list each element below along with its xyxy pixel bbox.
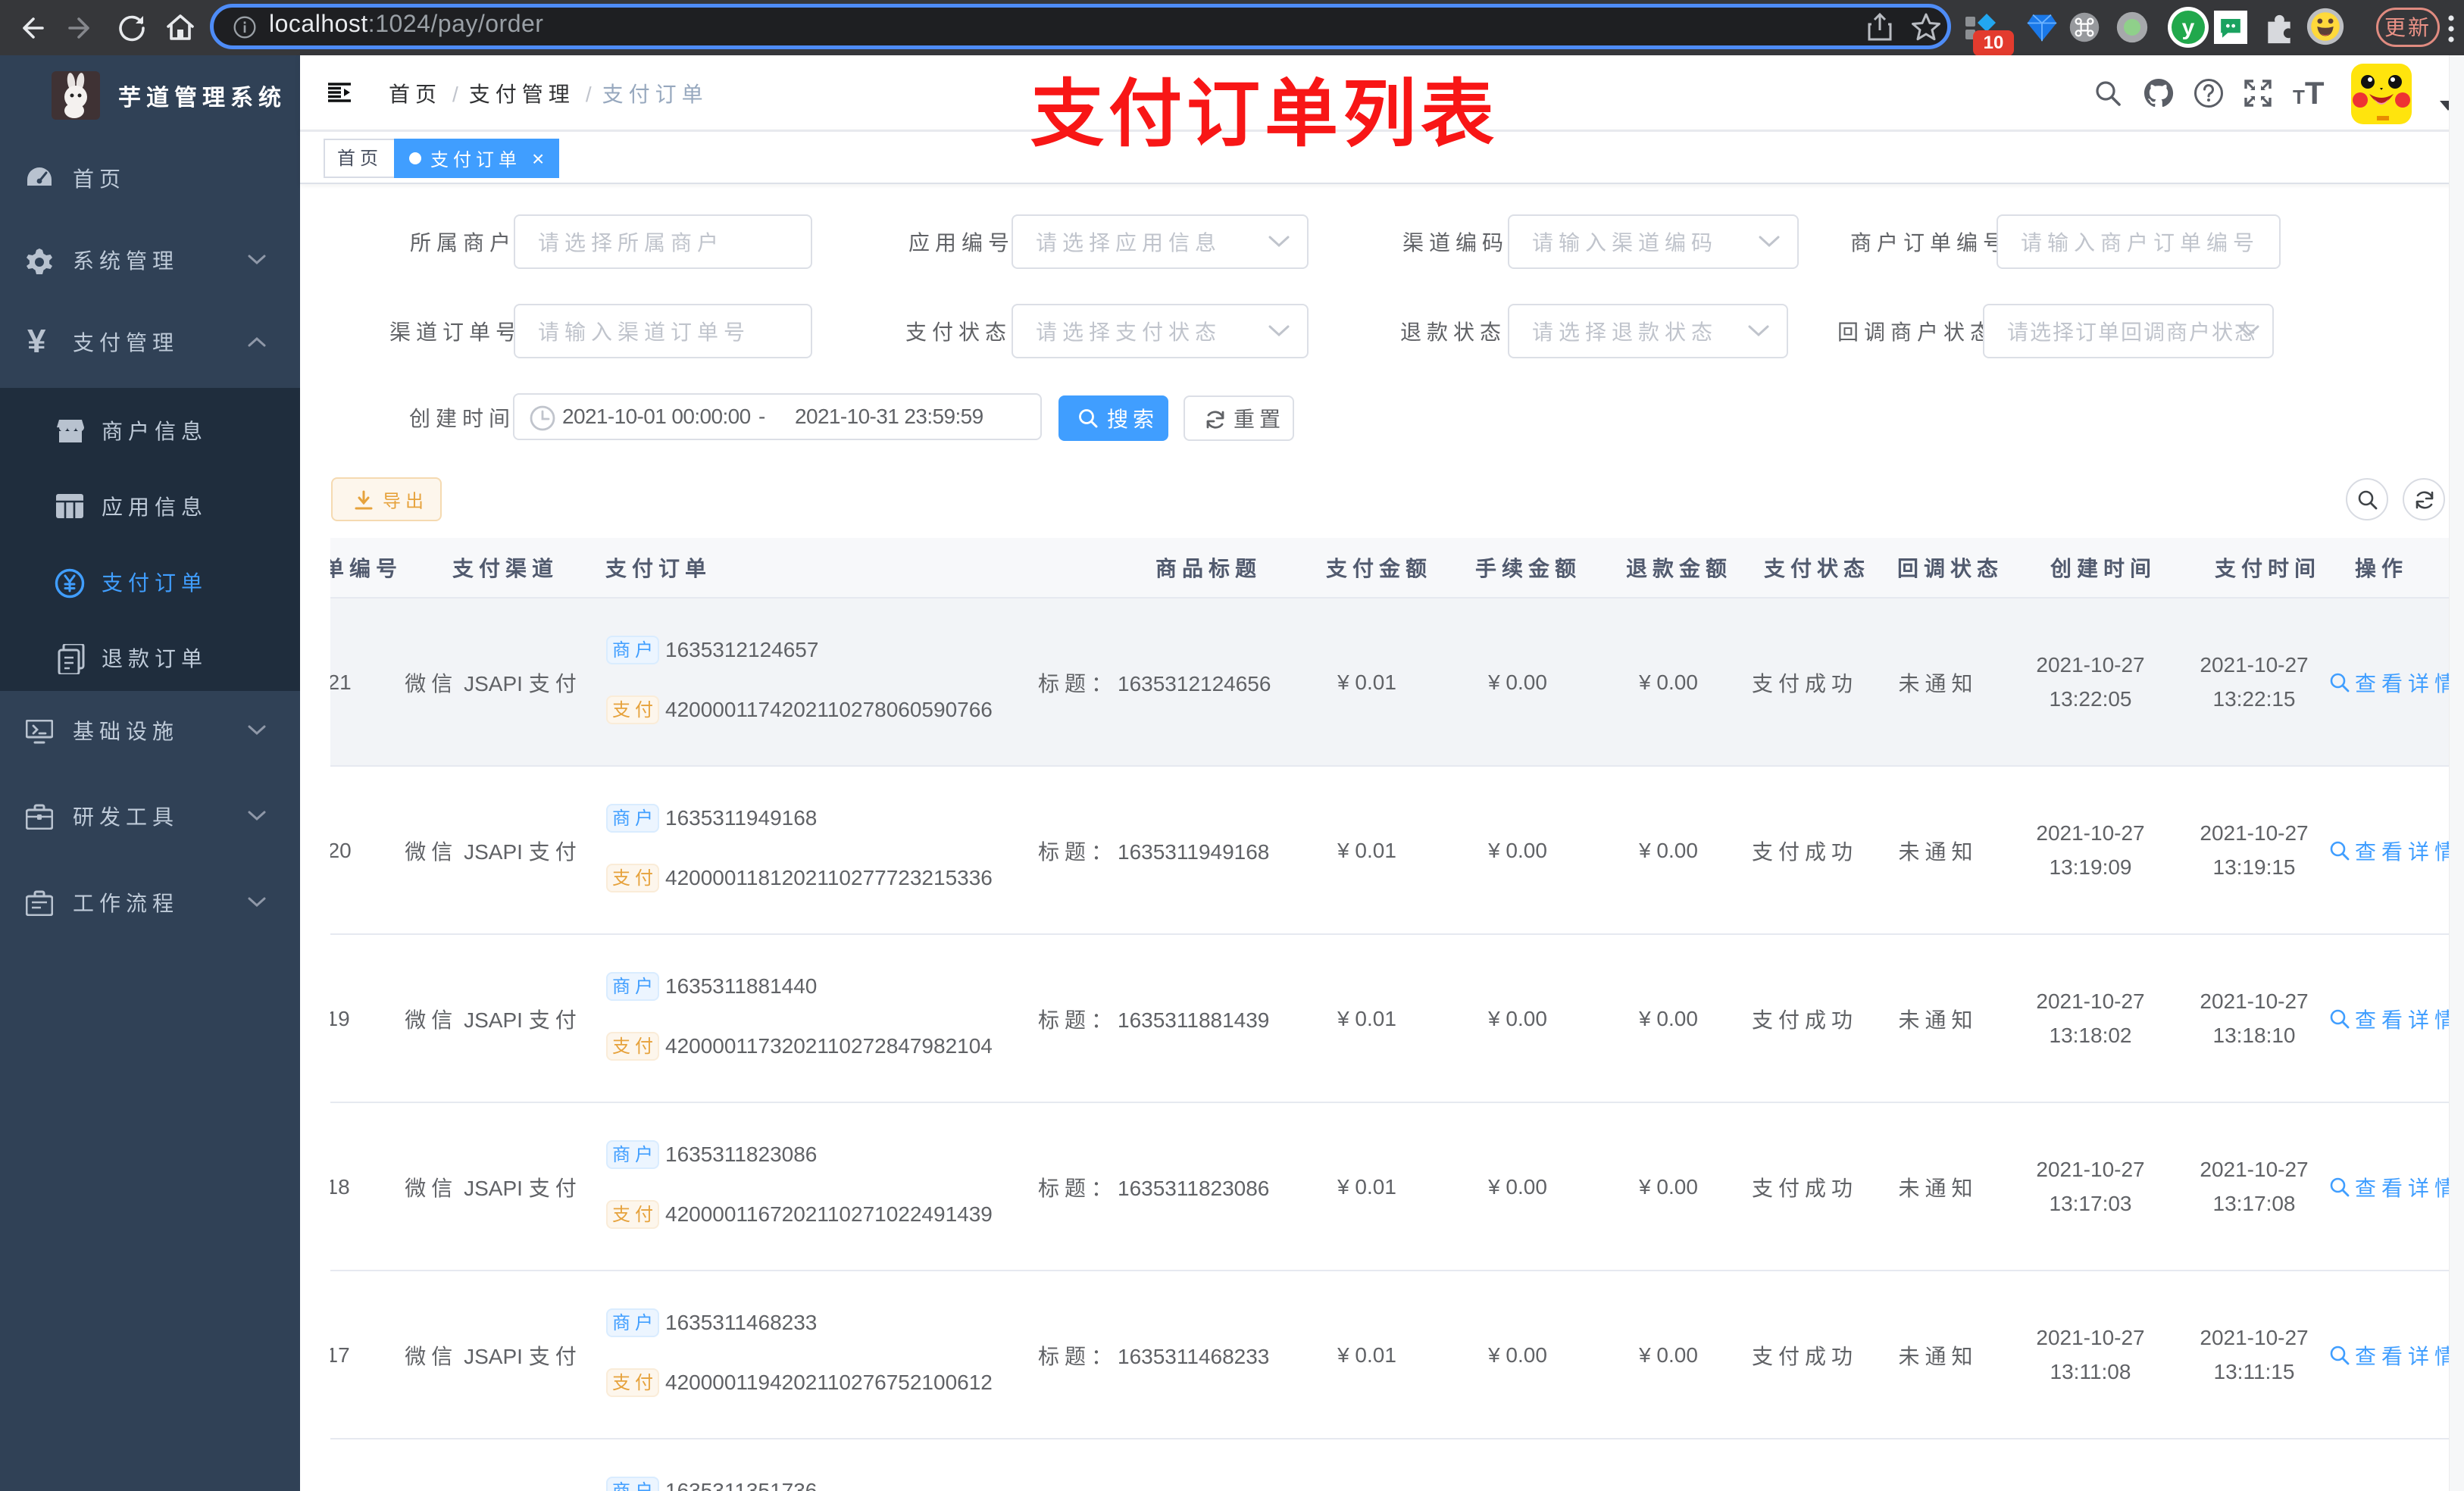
svg-text:y: y bbox=[2182, 15, 2195, 40]
